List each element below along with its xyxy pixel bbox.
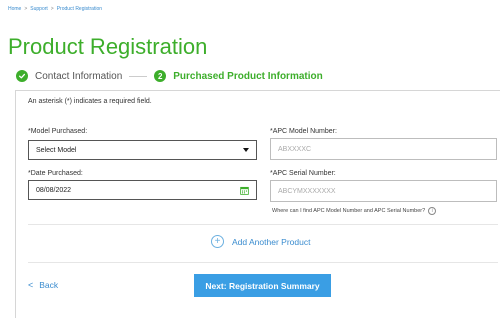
date-purchased-value: 08/08/2022 (36, 186, 72, 194)
model-purchased-label: *Model Purchased: (28, 128, 88, 135)
back-button[interactable]: < Back (28, 280, 58, 290)
plus-circle-icon: + (211, 235, 224, 248)
serial-help-text: Where can I find APC Model Number and AP… (272, 208, 426, 214)
progress-stepper: Contact Information 2 Purchased Product … (16, 69, 323, 83)
add-another-product-button[interactable]: + Add Another Product (211, 235, 310, 248)
date-purchased-label: *Date Purchased: (28, 170, 83, 177)
check-icon (16, 70, 28, 82)
back-label: Back (39, 280, 59, 290)
breadcrumb: Home > Support > Product Registration (8, 6, 102, 12)
breadcrumb-separator: > (50, 6, 54, 12)
step-number: 2 (154, 70, 167, 82)
step-contact-information[interactable]: Contact Information (16, 70, 122, 82)
apc-serial-number-placeholder: ABCYMXXXXXXX (278, 187, 336, 195)
breadcrumb-separator: > (24, 6, 28, 12)
chevron-down-icon (243, 148, 249, 152)
model-purchased-value: Select Model (36, 146, 77, 154)
chevron-left-icon: < (28, 280, 34, 290)
apc-model-number-input[interactable]: ABXXXXC (270, 138, 497, 160)
model-purchased-select[interactable]: Select Model (28, 140, 257, 160)
step-purchased-product-information: 2 Purchased Product Information (154, 70, 323, 82)
breadcrumb-product-registration[interactable]: Product Registration (57, 6, 102, 12)
apc-model-number-label: *APC Model Number: (270, 128, 337, 135)
apc-serial-number-label: *APC Serial Number: (270, 170, 336, 177)
serial-help-link[interactable]: Where can I find APC Model Number and AP… (272, 207, 437, 215)
apc-serial-number-input[interactable]: ABCYMXXXXXXX (270, 180, 497, 202)
apc-model-number-placeholder: ABXXXXC (278, 145, 312, 153)
info-icon[interactable]: i (428, 207, 437, 215)
step-label: Contact Information (35, 70, 123, 82)
breadcrumb-home[interactable]: Home (8, 6, 21, 12)
step-label: Purchased Product Information (173, 70, 323, 82)
required-field-note: An asterisk (*) indicates a required fie… (28, 98, 152, 105)
calendar-icon[interactable] (240, 186, 249, 195)
breadcrumb-support[interactable]: Support (30, 6, 48, 12)
step-connector (129, 75, 148, 77)
next-registration-summary-button[interactable]: Next: Registration Summary (194, 274, 331, 297)
section-divider (28, 224, 498, 225)
page-title: Product Registration (8, 34, 208, 59)
add-another-product-label: Add Another Product (232, 236, 311, 247)
date-purchased-input[interactable]: 08/08/2022 (28, 180, 257, 200)
section-divider (28, 262, 498, 263)
